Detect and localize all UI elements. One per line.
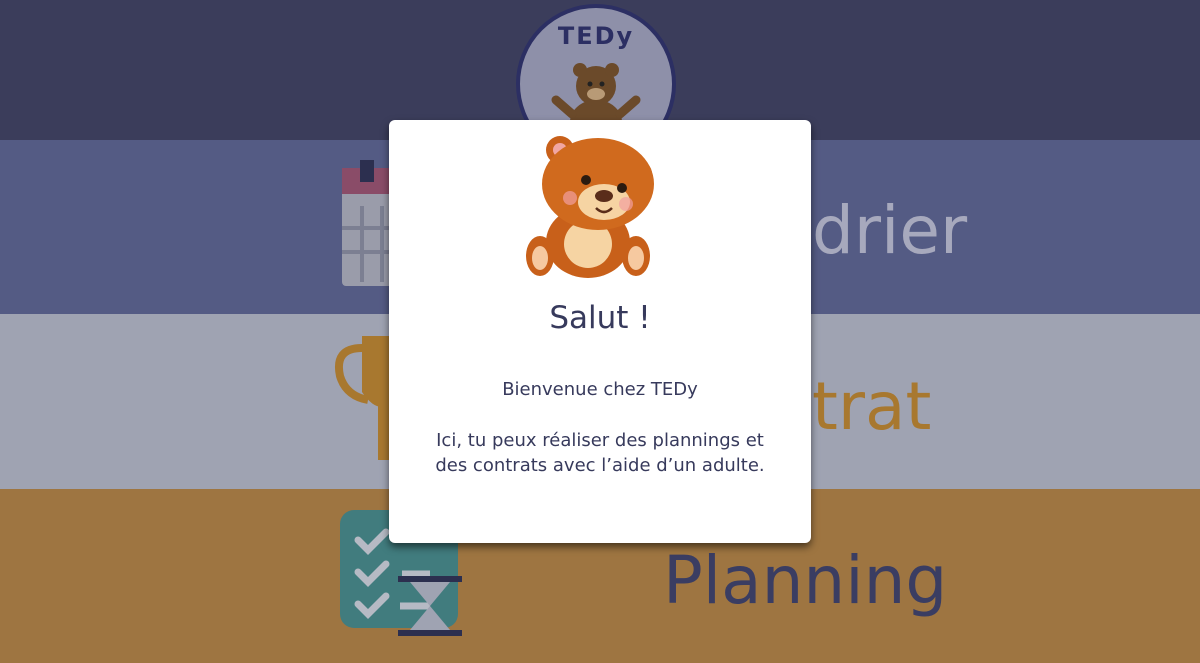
trophy-icon	[335, 336, 390, 460]
dialog-title: Salut !	[549, 300, 651, 336]
dialog-body-line1: Ici, tu peux réaliser des plannings et	[436, 430, 764, 451]
dialog-body-line2: des contrats avec l’aide d’un adulte.	[435, 455, 765, 476]
teddy-bear-icon	[526, 136, 654, 278]
menu-label-planning: Planning	[663, 542, 948, 619]
dialog-welcome-text: Bienvenue chez TEDy	[502, 379, 698, 400]
menu-label-contract: trat	[812, 368, 932, 445]
menu-label-calendar: drier	[812, 192, 968, 269]
welcome-dialog[interactable]: Salut ! Bienvenue chez TEDy Ici, tu peux…	[389, 120, 811, 543]
